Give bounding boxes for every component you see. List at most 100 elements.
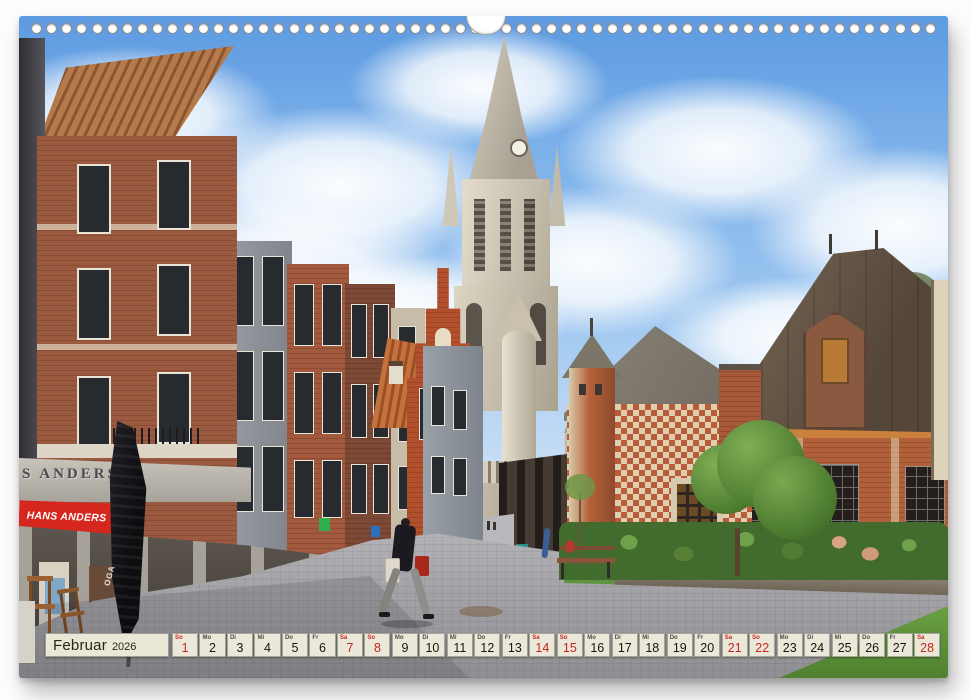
distant-figure xyxy=(487,521,490,530)
month-name: Februar xyxy=(53,637,107,654)
right-edge-house xyxy=(931,280,948,480)
weekday-abbrev: Mi xyxy=(835,635,842,641)
calendar-day-cell: Do12 xyxy=(474,633,500,657)
day-number: 13 xyxy=(503,641,527,655)
calendar-day-cell: Mi18 xyxy=(639,633,665,657)
pedestrian-shoe xyxy=(379,612,390,617)
weekday-abbrev: Sa xyxy=(725,635,732,641)
day-number: 16 xyxy=(585,641,609,655)
calendar-day-cell: Mo16 xyxy=(584,633,610,657)
day-number: 8 xyxy=(365,641,389,655)
calendar-day-cell: So22 xyxy=(749,633,775,657)
belfry-round-turret xyxy=(502,331,536,471)
weekday-abbrev: Do xyxy=(670,635,678,641)
stone-band xyxy=(37,344,237,350)
day-number: 5 xyxy=(283,641,307,655)
turret-window xyxy=(579,384,586,395)
binding-hole xyxy=(607,23,618,34)
calendar-product-image: S ANDERS HANS ANDERS xyxy=(0,0,971,700)
weekday-abbrev: Do xyxy=(477,635,485,641)
pedestrian-shoe xyxy=(423,614,434,619)
weekday-abbrev: Do xyxy=(285,635,293,641)
belfry-spire xyxy=(454,36,554,186)
belfry-clock xyxy=(510,139,528,157)
calendar-day-cell: So1 xyxy=(172,633,198,657)
pedestrian xyxy=(379,514,435,630)
bench xyxy=(555,542,621,584)
calendar-day-cell: Sa21 xyxy=(722,633,748,657)
weekday-abbrev: Sa xyxy=(340,635,347,641)
calendar-day-cell: Mi11 xyxy=(447,633,473,657)
turret-finial xyxy=(590,318,593,336)
weekday-abbrev: Mo xyxy=(395,635,404,641)
calendar-day-cell: So15 xyxy=(557,633,583,657)
binding-hole xyxy=(319,23,330,34)
calendar-day-cell: Do5 xyxy=(282,633,308,657)
day-number: 19 xyxy=(668,641,692,655)
calendar-day-cell: Di3 xyxy=(227,633,253,657)
day-number: 23 xyxy=(778,641,802,655)
red-bag-on-bench xyxy=(565,540,575,553)
day-number: 28 xyxy=(915,641,939,655)
binding-hole xyxy=(804,23,815,34)
calendar-day-cell: Mo23 xyxy=(777,633,803,657)
day-cells-row: So1Mo2Di3Mi4Do5Fr6Sa7So8Mo9Di10Mi11Do12F… xyxy=(172,633,940,657)
weekday-abbrev: So xyxy=(560,635,568,641)
binding-hole xyxy=(925,23,936,34)
weekday-abbrev: Sa xyxy=(532,635,539,641)
binding-hole xyxy=(198,23,209,34)
belfry-louvre xyxy=(524,199,535,271)
year-label: 2026 xyxy=(112,641,136,653)
day-number: 24 xyxy=(805,641,829,655)
calendar-day-cell: So8 xyxy=(364,633,390,657)
binding-hole xyxy=(743,23,754,34)
binding-hole xyxy=(425,23,436,34)
day-number: 7 xyxy=(338,641,362,655)
tree-trunk xyxy=(735,528,740,576)
binding-hole xyxy=(304,23,315,34)
calendar-day-cell: Mi4 xyxy=(254,633,280,657)
binding-hole xyxy=(107,23,118,34)
day-number: 15 xyxy=(558,641,582,655)
umbrella-canopy xyxy=(97,421,155,646)
day-number: 21 xyxy=(723,641,747,655)
weekday-abbrev: Mo xyxy=(780,635,789,641)
calendar-day-cell: Fr13 xyxy=(502,633,528,657)
calendar-day-cell: Do19 xyxy=(667,633,693,657)
weekday-abbrev: Mi xyxy=(642,635,649,641)
day-number: 26 xyxy=(860,641,884,655)
binding-hole xyxy=(789,23,800,34)
day-number: 6 xyxy=(310,641,334,655)
day-number: 18 xyxy=(640,641,664,655)
weekday-abbrev: Fr xyxy=(697,635,703,641)
binding-hole xyxy=(183,23,194,34)
roof-dormer xyxy=(389,361,403,384)
day-number: 9 xyxy=(393,641,417,655)
calendar-strip: Februar 2026 So1Mo2Di3Mi4Do5Fr6Sa7So8Mo9… xyxy=(45,633,940,657)
calendar-day-cell: Mo2 xyxy=(199,633,225,657)
weekday-abbrev: Di xyxy=(230,635,236,641)
distant-figure xyxy=(493,522,496,530)
day-number: 14 xyxy=(530,641,554,655)
roof-finial xyxy=(875,230,878,250)
weekday-abbrev: Sa xyxy=(917,635,924,641)
binding-hole xyxy=(834,23,845,34)
binding-hole xyxy=(713,23,724,34)
binding-hole xyxy=(728,23,739,34)
weekday-abbrev: Do xyxy=(862,635,870,641)
binding-hole xyxy=(819,23,830,34)
weekday-abbrev: So xyxy=(367,635,375,641)
pedestrian-shadow xyxy=(381,620,433,628)
calendar-day-cell: Sa7 xyxy=(337,633,363,657)
belfry-louvre xyxy=(500,199,511,271)
binding-hole xyxy=(410,23,421,34)
binding-hole xyxy=(228,23,239,34)
calendar-day-cell: Fr6 xyxy=(309,633,335,657)
day-number: 3 xyxy=(228,641,252,655)
binding-hole xyxy=(137,23,148,34)
day-number: 2 xyxy=(200,641,224,655)
weekday-abbrev: Mi xyxy=(450,635,457,641)
weekday-abbrev: Di xyxy=(422,635,428,641)
roof-finial xyxy=(829,234,832,254)
day-number: 20 xyxy=(695,641,719,655)
